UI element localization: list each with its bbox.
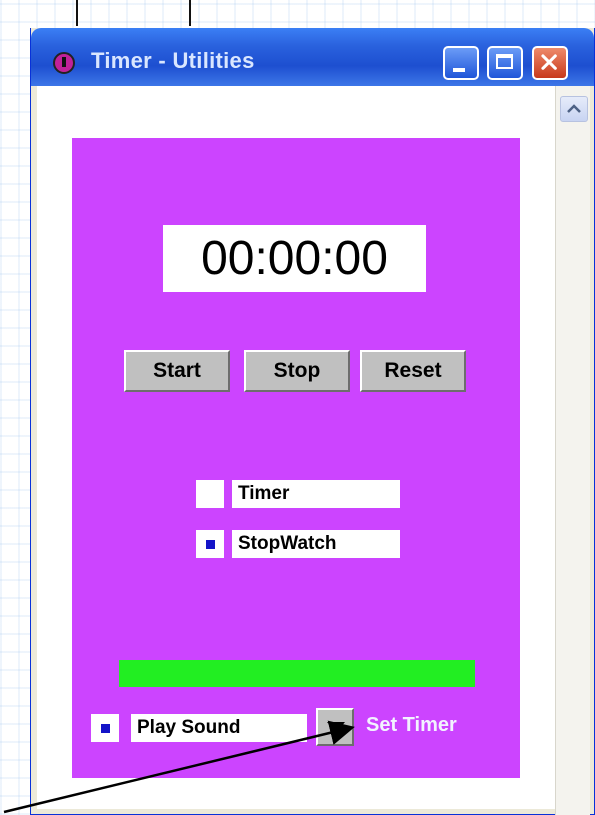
timer-progress-bar (119, 660, 475, 687)
timer-mode-checkbox[interactable] (196, 480, 224, 508)
scroll-up-button[interactable] (560, 96, 588, 122)
timer-mode-label: Timer (232, 480, 400, 508)
timer-panel: 00:00:00 Start Stop Reset Timer StopWatc… (72, 138, 520, 778)
stopwatch-mode-checkbox[interactable] (196, 530, 224, 558)
close-icon (541, 54, 557, 70)
title-bar[interactable]: Timer - Utilities (31, 28, 594, 86)
stopwatch-mode-label: StopWatch (232, 530, 400, 558)
play-sound-label: Play Sound (131, 714, 307, 742)
maximize-icon (496, 54, 513, 69)
window-title: Timer - Utilities (91, 48, 255, 73)
progress-fill (119, 660, 475, 687)
minimize-icon (453, 68, 465, 72)
background-tick (76, 0, 78, 26)
minimize-button[interactable] (443, 46, 479, 80)
close-button[interactable] (532, 46, 568, 80)
time-display: 00:00:00 (163, 225, 426, 292)
timer-app-icon[interactable] (53, 52, 75, 74)
background-tick (189, 0, 191, 26)
maximize-button[interactable] (487, 46, 523, 80)
reset-button[interactable]: Reset (360, 350, 466, 392)
chevron-up-icon (567, 104, 581, 113)
timer-window: Timer - Utilities 00:00:00 Start Stop Re… (30, 28, 595, 815)
set-timer-label: Set Timer (366, 714, 457, 736)
set-timer-dropdown-button[interactable] (316, 708, 354, 746)
stop-button[interactable]: Stop (244, 350, 350, 392)
play-sound-checkbox[interactable] (91, 714, 119, 742)
start-button[interactable]: Start (124, 350, 230, 392)
vertical-scrollbar[interactable] (555, 86, 590, 815)
